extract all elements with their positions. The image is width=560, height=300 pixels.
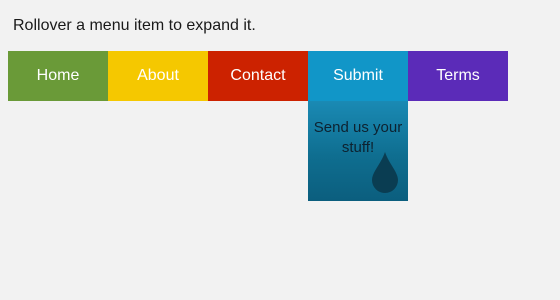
menu-item-label: About xyxy=(137,67,179,84)
menu-item-submit[interactable]: Submit Send us your stuff! xyxy=(308,51,408,201)
instruction-text: Rollover a menu item to expand it. xyxy=(13,17,256,34)
menu-item-about[interactable]: About xyxy=(108,51,208,101)
menu-item-label: Contact xyxy=(230,67,286,84)
menu-item-label: Terms xyxy=(436,67,480,84)
menu-item-label: Submit xyxy=(333,67,383,84)
menu-item-contact[interactable]: Contact xyxy=(208,51,308,101)
water-drop-icon xyxy=(372,152,398,193)
menu-item-label: Home xyxy=(36,67,80,84)
menu-bar: Home About Contact Submit Send us your s… xyxy=(8,51,508,201)
menu-item-terms[interactable]: Terms xyxy=(408,51,508,101)
submit-submenu-panel[interactable]: Send us your stuff! xyxy=(308,101,408,201)
menu-item-home[interactable]: Home xyxy=(8,51,108,101)
